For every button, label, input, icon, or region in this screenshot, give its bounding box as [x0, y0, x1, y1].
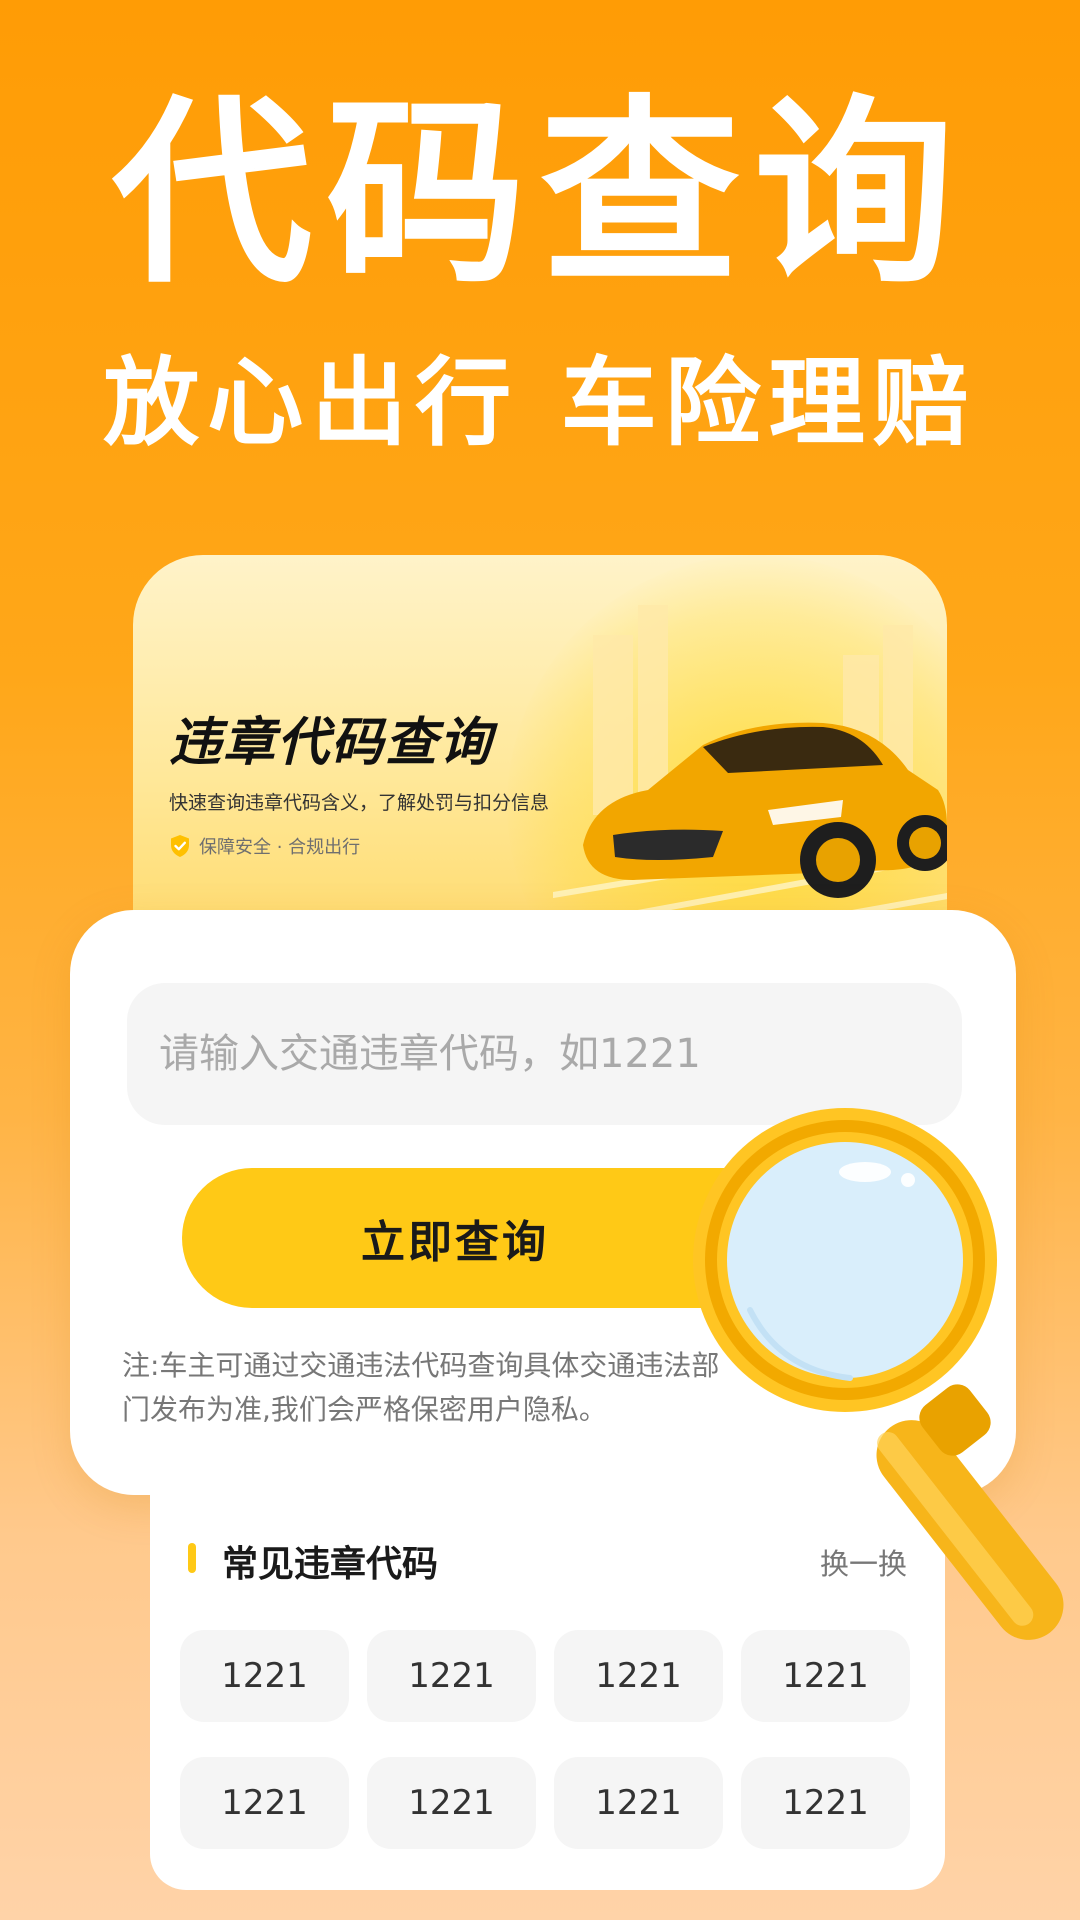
hero-title: 代码查询: [111, 78, 968, 311]
code-chip[interactable]: 1221: [741, 1630, 910, 1722]
banner-description: 快速查询违章代码含义，了解处罚与扣分信息: [169, 792, 550, 814]
code-grid: 1221 1221 1221 1221 1221 1221 1221 1221: [180, 1630, 910, 1849]
code-chip[interactable]: 1221: [741, 1757, 910, 1849]
code-chip[interactable]: 1221: [554, 1630, 723, 1722]
safety-badge: 保障安全 · 合规出行: [169, 833, 360, 859]
section-accent-bar: [188, 1543, 196, 1573]
common-codes-title: 常见违章代码: [222, 1544, 439, 1585]
privacy-note: 注:车主可通过交通违法代码查询具体交通违法部门发布为准,我们会严格保密用户隐私。: [122, 1349, 720, 1426]
code-chip[interactable]: 1221: [180, 1757, 349, 1849]
promo-banner: 违章代码查询 快速查询违章代码含义，了解处罚与扣分信息 保障安全 · 合规出行: [133, 555, 947, 955]
magnifier-icon: [693, 1108, 1064, 1640]
code-chip[interactable]: 1221: [367, 1630, 536, 1722]
safety-badge-text: 保障安全 · 合规出行: [199, 837, 361, 858]
code-chip[interactable]: 1221: [554, 1757, 723, 1849]
code-chip[interactable]: 1221: [180, 1630, 349, 1722]
code-chip[interactable]: 1221: [367, 1757, 536, 1849]
car-illustration: [553, 605, 947, 948]
hero-subtitle: 放心出行 车险理赔: [103, 347, 977, 459]
banner-title: 违章代码查询: [169, 713, 494, 773]
shield-check-icon: [171, 835, 189, 857]
